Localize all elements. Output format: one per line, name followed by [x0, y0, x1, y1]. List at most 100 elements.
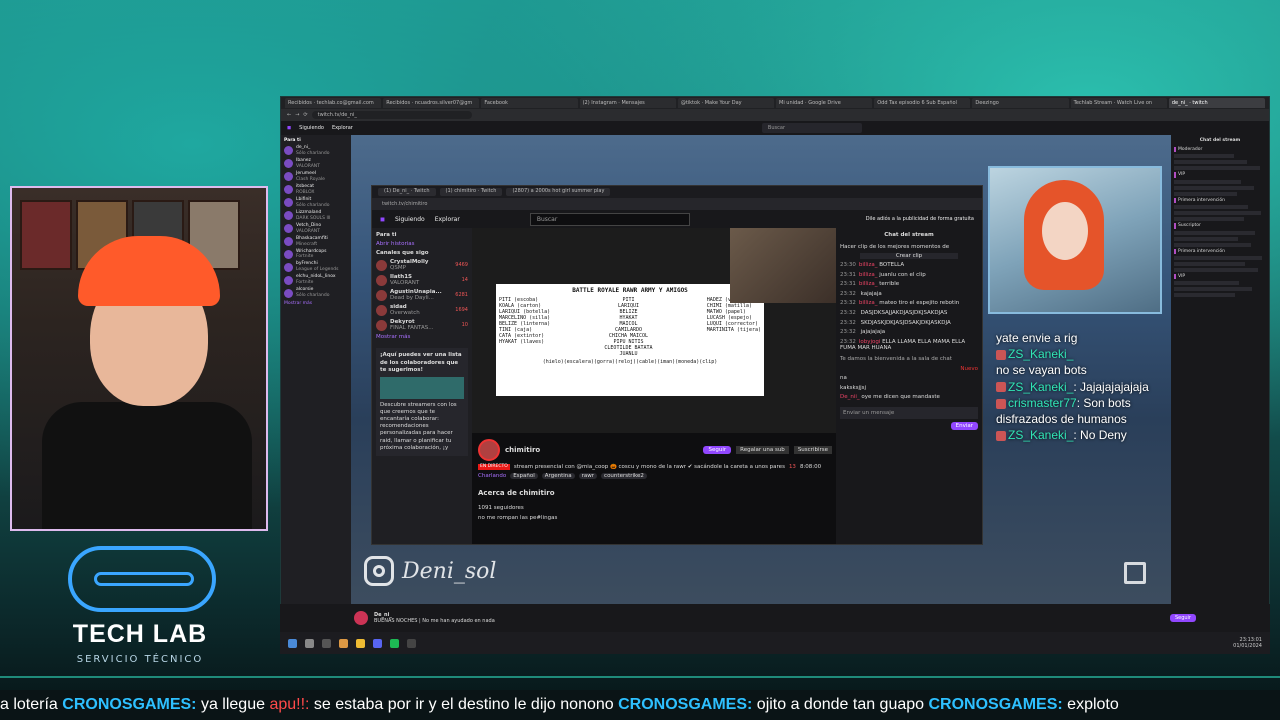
channel-avatar — [354, 611, 368, 625]
whiteboard-left-col: PITI (escoba) KOALA (carton) LARIQUI (bote… — [499, 297, 550, 357]
ticker-text: se estaba por ir y el destino le dijo no… — [309, 696, 619, 713]
browser-tab[interactable]: Deezingo — [972, 98, 1069, 108]
chat-message-filler — [1174, 154, 1234, 159]
chat-message-filler — [1174, 236, 1238, 241]
live-badge: EN DIRECTO — [478, 464, 510, 470]
hoodie — [42, 402, 252, 529]
channel-game: ROBLOX — [296, 189, 315, 195]
inner-browser-capture: (1) De_ni_ · Twitch (1) chimitiro · Twitc… — [371, 185, 983, 545]
whiteboard-bottom: (hielo)(escalera)(gorra)(reloj)(cable)(i… — [542, 359, 718, 365]
chat-message-filler — [1174, 205, 1248, 210]
chat-username: billiza_ — [858, 262, 878, 268]
chat-timestamp: 23:31 — [840, 271, 856, 278]
browser-tab[interactable]: Techlab Stream · Watch Live on — [1070, 98, 1167, 108]
chat-message-filler — [1174, 179, 1241, 184]
discord-icon[interactable] — [373, 638, 382, 648]
chrome-icon[interactable] — [339, 638, 348, 648]
channel-text: Bhaskacamfiti Minecraft — [296, 236, 328, 247]
overlay-chat-user: ZS_Kaneki_ — [1008, 428, 1074, 443]
explorer-icon[interactable] — [356, 638, 365, 648]
chat-timestamp: 23:32 — [840, 300, 856, 307]
sidebar-channel[interactable]: Ibanez VALORANT — [284, 158, 348, 169]
sidebar-channel[interactable]: byFrenchi League of Legends — [284, 261, 348, 272]
channel-game: Dead by Dayli... — [390, 295, 434, 302]
about-title: Acerca de chimitiro — [478, 489, 555, 497]
overlay-chat-line: no se vayan bots — [996, 362, 1172, 378]
ticker-text: ya llegue — [196, 696, 270, 713]
channel-text: Lizzmaland DARK SOULS III — [296, 210, 330, 221]
channel-follow-button[interactable]: Seguir — [1169, 614, 1196, 622]
channel-text: Vetch_Dino VALORANT — [296, 223, 321, 234]
chat-username: billiza_ — [858, 271, 878, 278]
channel-text: Ibanez VALORANT — [296, 158, 320, 169]
channel-avatar — [376, 319, 387, 331]
reload-icon[interactable]: ⟳ — [303, 112, 307, 118]
sidebar-channel[interactable]: Lbifinit Sólo charlando — [284, 197, 348, 208]
ticker-username: CRONOSGAMES: — [62, 696, 197, 713]
browser-tab[interactable]: Recibidos · techlab.co@gmail.com — [285, 98, 382, 108]
sidebar-channel[interactable]: Jerumeel Clash Royale — [284, 171, 348, 182]
windows-start-icon[interactable] — [288, 638, 297, 648]
browser-tab[interactable]: de_ni_ · twitch — [1168, 98, 1266, 108]
inner-following-label: Canales que sigo — [376, 250, 429, 256]
chat-message: 23:32 SKDJASKJDKJASJDSAKJDKJASKDJA — [840, 320, 978, 327]
whiteboard-right-col: HADEZ (ventana)CHIMI (matilla)MATWO (pap… — [707, 297, 761, 357]
channel-game: Fortnite — [296, 280, 314, 286]
stream-tag: Español — [510, 473, 538, 479]
channel-avatar — [284, 275, 293, 285]
inner-sidebar-channel: CrystalMolly QSMP 9469 — [376, 259, 468, 271]
instagram-handle: Deni_sol — [402, 558, 497, 584]
viewer-count: 14 — [461, 277, 468, 284]
channel-avatar — [284, 262, 293, 272]
chat-text: kajajaja — [860, 290, 882, 297]
channel-avatar — [284, 146, 293, 156]
chat-username: billiza_ — [858, 300, 878, 307]
browser-tab[interactable]: Recibidos · ncuadros.silver07@gm — [383, 98, 480, 108]
inner-chat-header: Chat del stream — [884, 232, 934, 238]
chat-message-filler — [1174, 261, 1245, 266]
overlay-chat-text: No Deny — [1080, 428, 1127, 443]
twitch-logo-icon[interactable]: ◼ — [287, 125, 291, 131]
left-sidebar: Para ti de_ni_ Sólo charlando Ibanez VALORA… — [281, 135, 351, 609]
browser-tab[interactable]: Mi unidad · Google Drive — [776, 98, 873, 108]
inner-chat-pinned: Hacer clip de los mejores momentos de — [840, 244, 950, 250]
stream-tag: rawr — [578, 473, 598, 479]
search-input[interactable]: Buscar — [761, 123, 862, 133]
chat-text: BOTELLA — [879, 262, 905, 268]
inner-twitch-nav: ◼ Siguiendo Explorar Buscar Dile adiós a… — [372, 210, 982, 228]
back-icon[interactable]: ← — [287, 112, 291, 118]
sidebar-channel[interactable]: itsbecat ROBLOX — [284, 184, 348, 195]
chat-timestamp: 23:31 — [840, 281, 856, 288]
chat-message-filler — [1174, 211, 1261, 216]
channel-avatar — [284, 224, 293, 234]
browser-tab[interactable]: Odd Tax episodio 6 Sub Español — [874, 98, 971, 108]
spotify-icon[interactable] — [390, 638, 399, 648]
sidebar-channel[interactable]: Vetch_Dino VALORANT — [284, 223, 348, 234]
chat-username: De_nii_ — [840, 394, 860, 401]
sidebar-show-more[interactable]: Mostrar más — [284, 301, 348, 306]
sidebar-channel[interactable]: Wrichardcops Fortnite — [284, 249, 348, 259]
inner-sidebar-channel: AgustinUnapia... Dead by Dayli... 6281 — [376, 289, 468, 301]
whiteboard: BATTLE ROYALE RAWR ARMY Y AMIGOS PITI (e… — [496, 284, 764, 396]
sidebar-channel[interactable]: Bhaskacamfiti Minecraft — [284, 236, 348, 247]
taskview-icon[interactable] — [322, 638, 331, 648]
sidebar-channel[interactable]: de_ni_ Sólo charlando — [284, 145, 348, 156]
nav-browse[interactable]: Explorar — [332, 125, 353, 131]
search-icon[interactable] — [305, 638, 314, 648]
inner-url: twitch.tv/chimitiro — [372, 198, 982, 210]
forward-icon[interactable]: → — [295, 112, 299, 118]
sidebar-channel[interactable]: Lizzmaland DARK SOULS III — [284, 210, 348, 221]
chat-message-filler — [1174, 242, 1251, 247]
guest-face — [1042, 202, 1088, 260]
nav-following[interactable]: Siguiendo — [299, 125, 324, 131]
sidebar-channel[interactable]: elchu_nidoL_linox Fortnite — [284, 274, 348, 286]
browser-tab[interactable]: (2) Instagram · Mensajes — [579, 98, 676, 108]
url-field[interactable]: twitch.tv/de_ni_ — [311, 111, 472, 119]
obs-icon[interactable] — [407, 638, 416, 648]
inner-sidebar-channel: sidad Overwatch 1694 — [376, 304, 468, 316]
sidebar-channel[interactable]: alcorsie Sólo charlando — [284, 287, 348, 298]
browser-tab[interactable]: @tiktok · Make Your Day — [677, 98, 775, 108]
address-bar[interactable]: ← → ⟳ twitch.tv/de_ni_ — [281, 109, 1269, 121]
browser-tab[interactable]: Facebook — [481, 98, 578, 108]
instagram-icon — [364, 556, 394, 586]
